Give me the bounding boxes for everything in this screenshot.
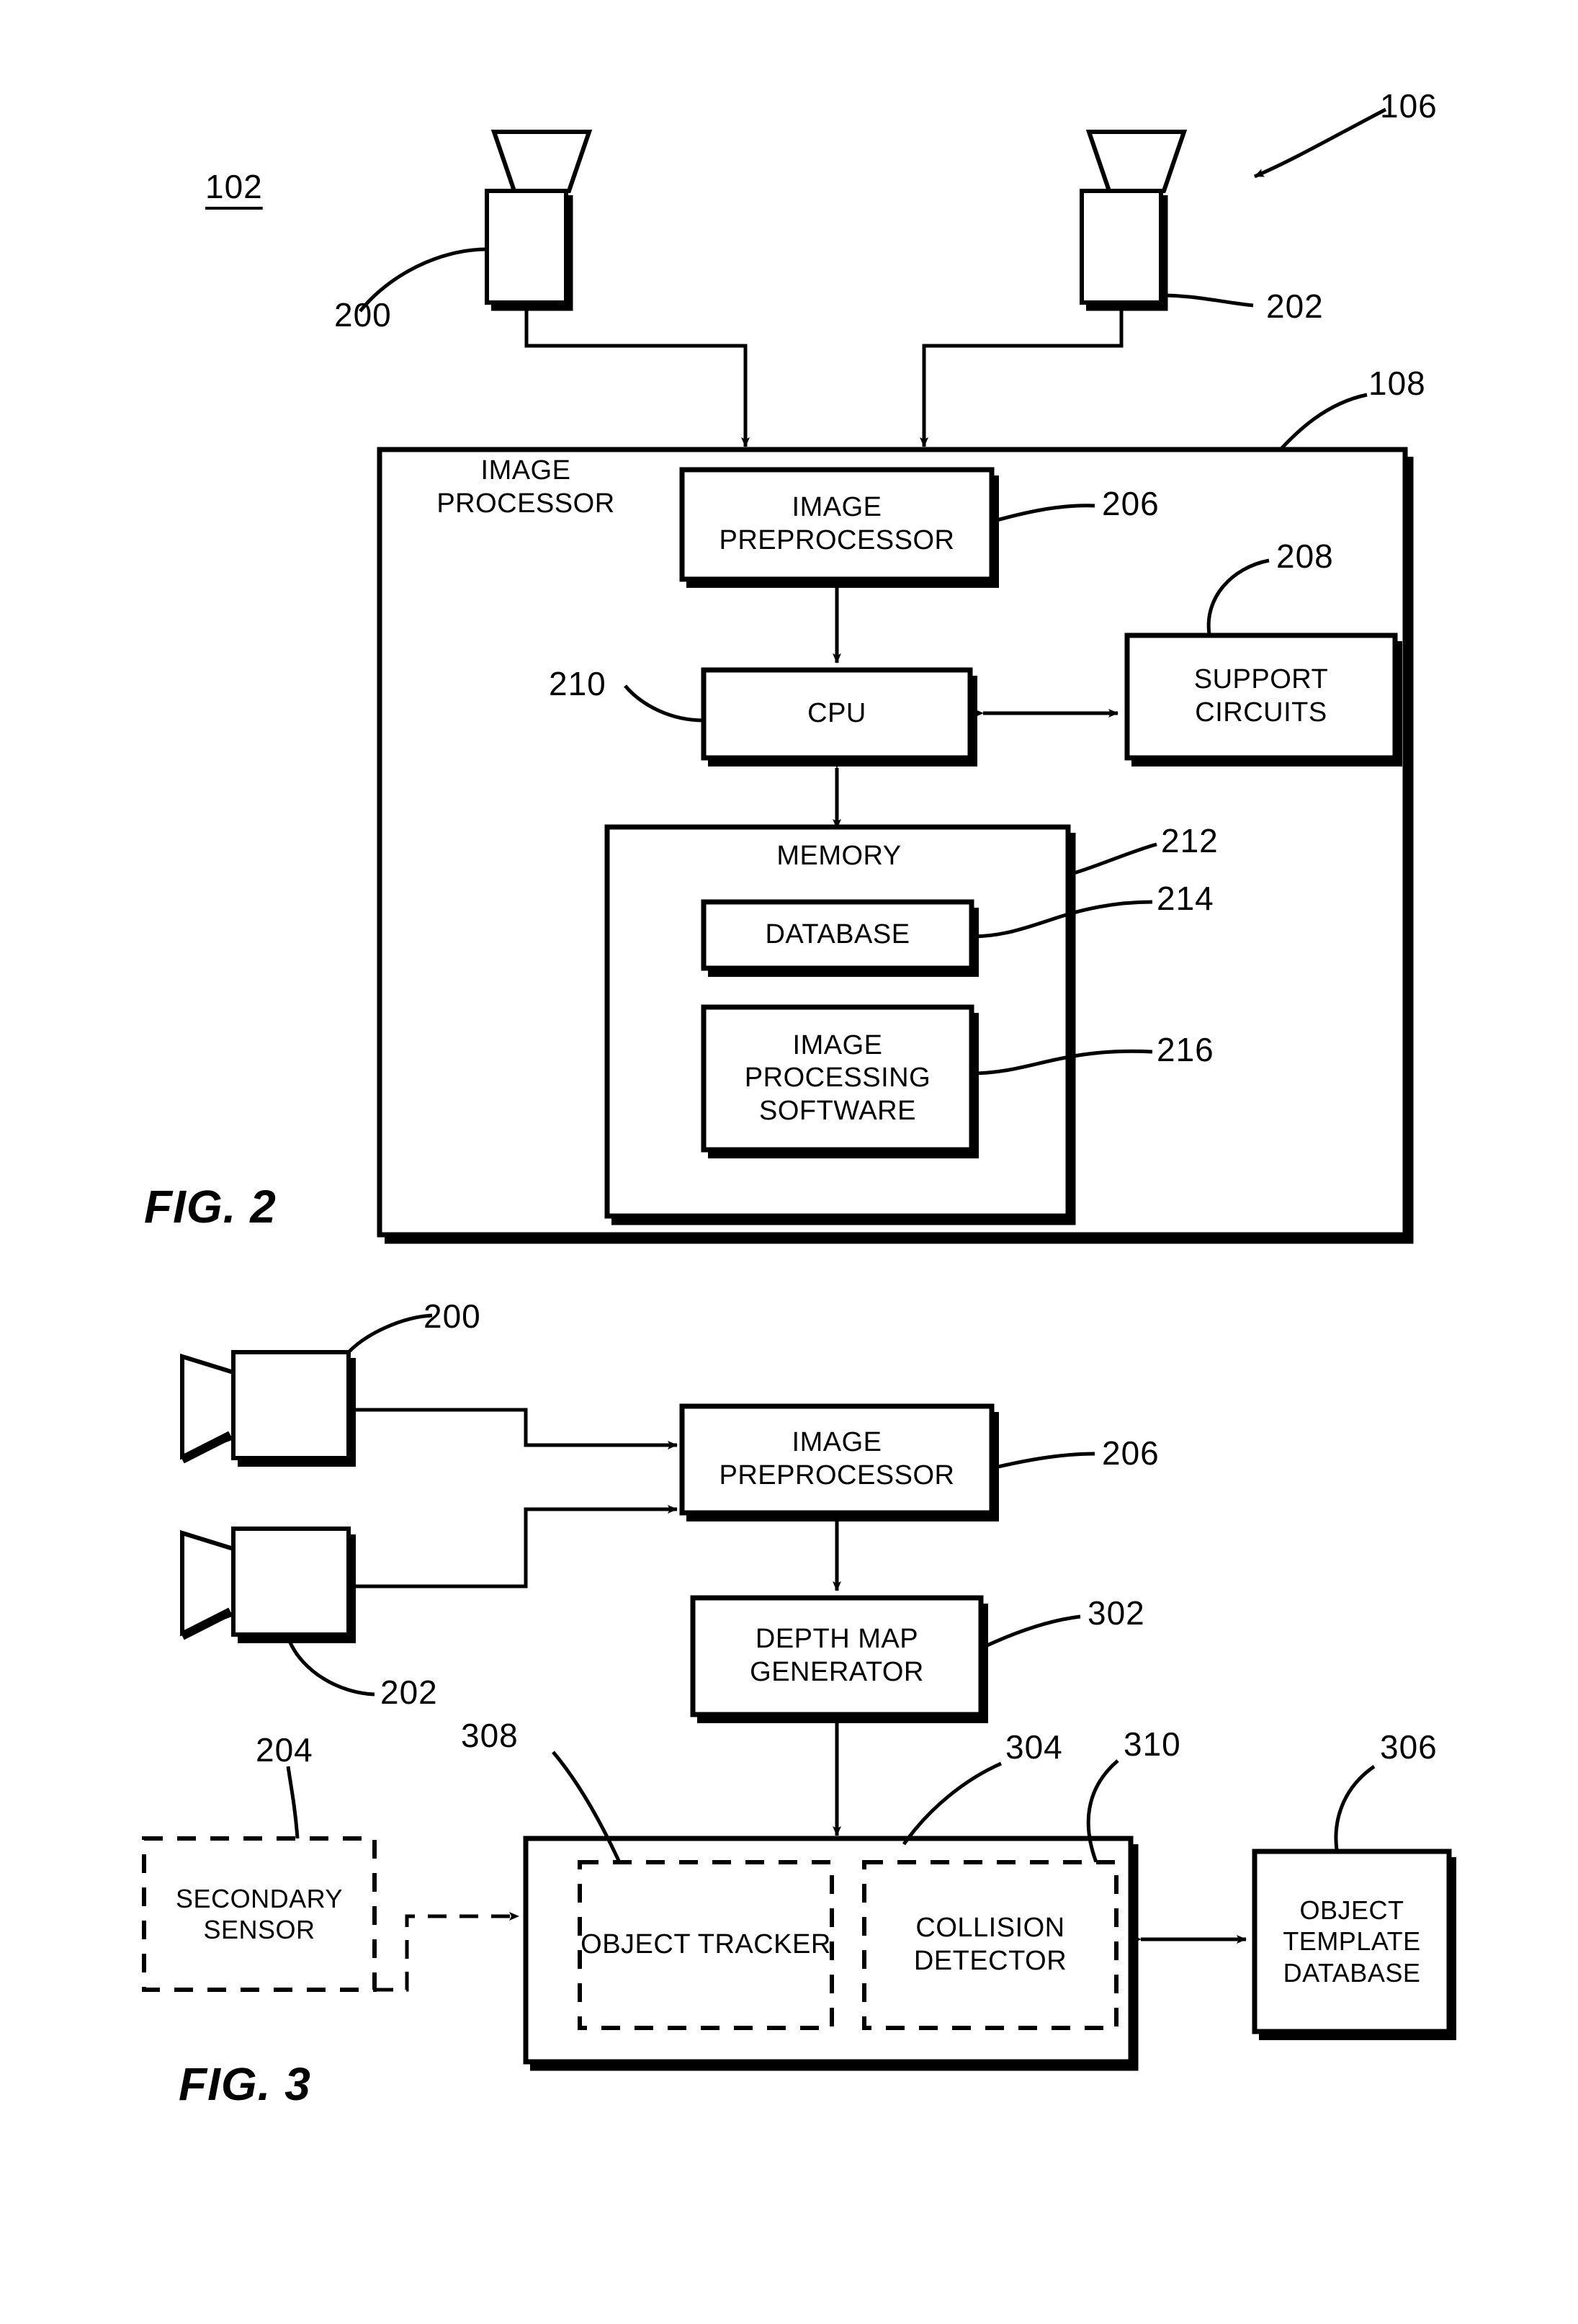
label-image-preprocessor-fig2: IMAGE PREPROCESSOR [719, 492, 955, 555]
ref-310: 310 [1124, 1725, 1181, 1763]
ref-200-fig2: 200 [334, 296, 392, 334]
ref-202-fig3: 202 [380, 1673, 438, 1711]
ref-206-fig2: 206 [1102, 485, 1160, 522]
leader-204 [286, 1766, 300, 1839]
image-processor-label: IMAGE PROCESSOR [436, 455, 615, 519]
label-secondary-sensor: SECONDARY SENSOR [176, 1883, 343, 1944]
arrow-secondary-to-container [375, 1912, 519, 1992]
leader-200-fig3 [347, 1313, 433, 1354]
ref-304: 304 [1005, 1728, 1063, 1766]
ref-308: 308 [461, 1717, 519, 1754]
leader-308 [552, 1751, 622, 1864]
ref-210: 210 [549, 665, 606, 702]
camera-202-fig3 [180, 1527, 356, 1643]
camera-202-fig2 [1080, 130, 1188, 311]
figure-caption-2: FIG. 2 [144, 1181, 277, 1233]
leader-302 [979, 1614, 1081, 1650]
ref-206-fig3: 206 [1102, 1434, 1160, 1472]
ref-204: 204 [256, 1731, 313, 1769]
label-depth-map-generator: DEPTH MAP GENERATOR [750, 1624, 924, 1687]
leader-210 [624, 684, 704, 723]
leader-206-fig3 [991, 1452, 1095, 1470]
ref-302: 302 [1088, 1594, 1145, 1632]
leader-216 [971, 1049, 1153, 1076]
label-memory: MEMORY [776, 841, 902, 871]
wire-camera-202-fig3 [351, 1505, 678, 1588]
figure-caption-3: FIG. 3 [179, 2058, 311, 2110]
leader-212 [1073, 842, 1157, 875]
ref-202-fig2: 202 [1266, 287, 1324, 325]
patent-drawing-sheet: 102 200 202 106 108 IMAGE PROCESSOR IMAG… [0, 0, 1578, 2324]
leader-202-fig2 [1160, 293, 1254, 308]
leader-202-fig3 [287, 1640, 375, 1697]
wire-camera-200 [524, 303, 750, 447]
ref-106: 106 [1380, 87, 1438, 125]
ref-108: 108 [1368, 365, 1426, 402]
label-object-tracker: OBJECT TRACKER [580, 1929, 831, 1960]
leader-310 [1086, 1759, 1119, 1867]
leader-108 [1278, 393, 1368, 452]
label-cpu: CPU [807, 698, 866, 729]
camera-200-fig3 [180, 1350, 356, 1467]
wire-camera-200-fig3 [351, 1408, 678, 1449]
camera-200-fig2 [485, 130, 593, 311]
ref-306: 306 [1380, 1728, 1438, 1766]
label-support-circuits: SUPPORT CIRCUITS [1193, 664, 1329, 728]
label-image-processing-software: IMAGE PROCESSING SOFTWARE [744, 1029, 931, 1126]
ref-212: 212 [1161, 822, 1219, 859]
label-database: DATABASE [765, 919, 910, 950]
leader-214 [971, 900, 1153, 939]
leader-306 [1334, 1764, 1376, 1851]
leader-206-fig2 [991, 504, 1095, 524]
wire-camera-202 [920, 303, 1124, 447]
ref-208: 208 [1276, 537, 1334, 575]
ref-102: 102 [205, 168, 263, 205]
ref-216: 216 [1157, 1031, 1214, 1068]
leader-106-arrow [1254, 107, 1387, 179]
ref-200-fig3: 200 [423, 1297, 481, 1335]
label-image-preprocessor-fig3: IMAGE PREPROCESSOR [719, 1427, 955, 1491]
label-collision-detector: COLLISION DETECTOR [913, 1913, 1067, 1976]
leader-304 [902, 1761, 1003, 1846]
ref-214: 214 [1157, 880, 1214, 917]
label-object-template-database: OBJECT TEMPLATE DATABASE [1283, 1895, 1421, 1988]
leader-208 [1206, 558, 1270, 635]
